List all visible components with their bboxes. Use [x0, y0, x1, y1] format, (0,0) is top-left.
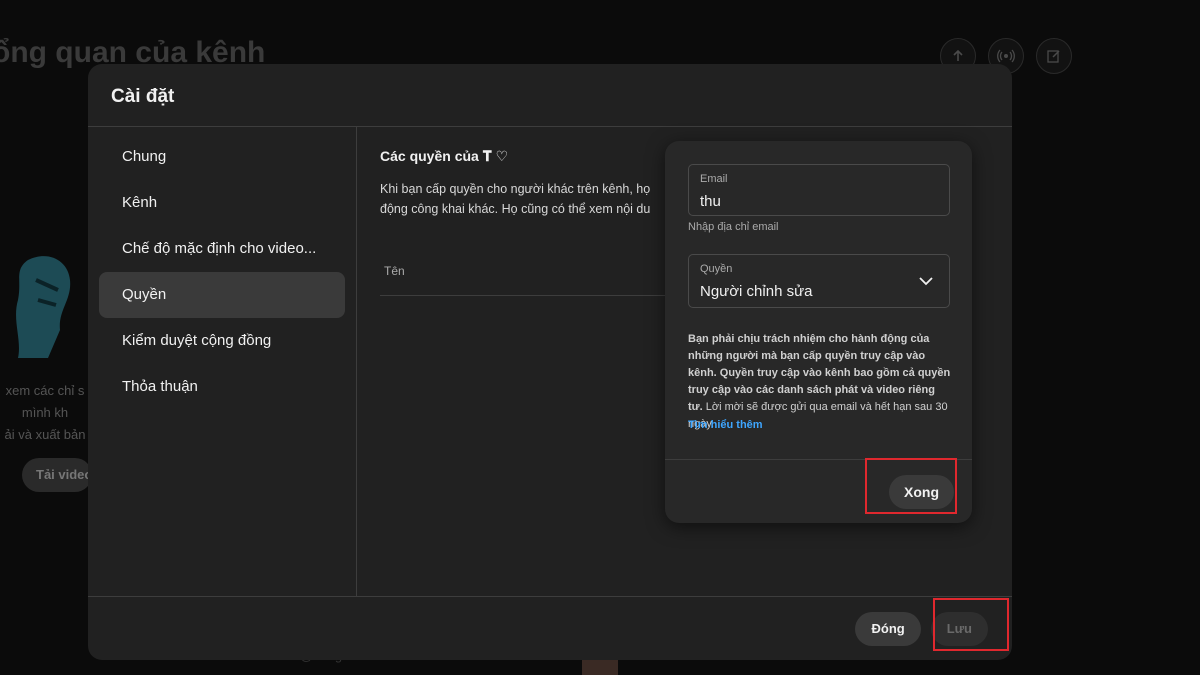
- background-text-line: xem các chỉ s: [5, 383, 85, 398]
- email-input[interactable]: [700, 193, 930, 210]
- nav-item-permissions[interactable]: Quyền: [99, 272, 345, 318]
- chevron-down-icon: [919, 277, 933, 286]
- divider: [380, 295, 680, 296]
- role-value: Người chỉnh sửa: [700, 283, 813, 300]
- learn-more-link[interactable]: Tìm hiểu thêm: [688, 419, 763, 431]
- background-text-line: mình kh: [21, 405, 69, 420]
- role-select[interactable]: Quyền Người chỉnh sửa: [688, 254, 950, 308]
- permission-notice: Bạn phải chịu trách nhiệm cho hành động …: [688, 331, 952, 433]
- save-button-highlight: [933, 598, 1009, 651]
- email-label: Email: [700, 173, 728, 185]
- close-button[interactable]: Đóng: [855, 612, 921, 646]
- settings-nav: Chung Kênh Chế độ mặc định cho video... …: [99, 134, 345, 410]
- column-header-name: Tên: [384, 264, 405, 278]
- dialog-title: Cài đặt: [111, 86, 175, 107]
- background-text-line: ải và xuất bản: [4, 427, 86, 442]
- divider: [88, 596, 1012, 597]
- edit-icon: [1036, 38, 1072, 74]
- email-field[interactable]: Email: [688, 164, 950, 216]
- done-button-highlight: [865, 458, 957, 514]
- permissions-title: Các quyền của 𝐓 ♡: [380, 148, 509, 164]
- role-label: Quyền: [700, 263, 733, 275]
- permissions-content: Các quyền của 𝐓 ♡ Khi bạn cấp quyền cho …: [380, 148, 680, 219]
- nav-item-general[interactable]: Chung: [99, 134, 345, 180]
- divider: [356, 127, 357, 596]
- background-upload-button: Tải video: [22, 458, 92, 492]
- email-hint: Nhập địa chỉ email: [688, 221, 779, 233]
- nav-item-agreements[interactable]: Thỏa thuận: [99, 364, 345, 410]
- nav-item-channel[interactable]: Kênh: [99, 180, 345, 226]
- permissions-description: Khi bạn cấp quyền cho người khác trên kê…: [380, 182, 651, 216]
- divider: [88, 126, 1012, 127]
- nav-item-upload-defaults[interactable]: Chế độ mặc định cho video...: [99, 226, 345, 272]
- nav-item-community[interactable]: Kiểm duyệt cộng đồng: [99, 318, 345, 364]
- background-text: xem các chỉ s mình kh ải và xuất bản: [0, 380, 90, 446]
- illustration-icon: [16, 256, 71, 358]
